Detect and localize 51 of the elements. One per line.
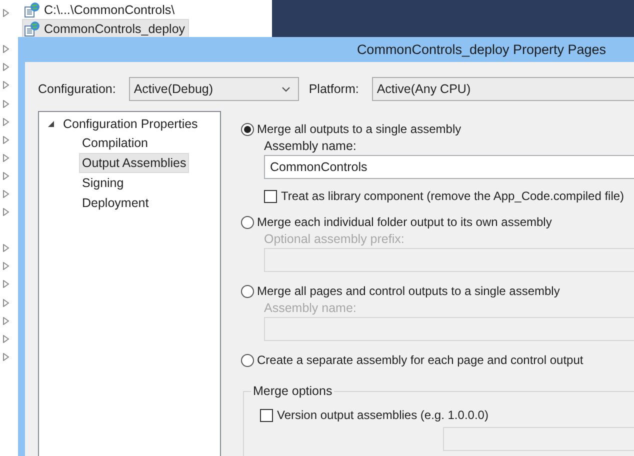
group-title: Merge options (251, 384, 334, 398)
expand-arrow-icon[interactable] (3, 208, 9, 216)
tree-item[interactable]: Compilation (79, 133, 152, 153)
radio-label[interactable]: Merge each individual folder output to its own assembly (257, 215, 552, 229)
expand-arrow-icon[interactable] (3, 118, 9, 126)
chevron-down-icon (282, 86, 290, 92)
expand-arrow-icon[interactable] (3, 334, 9, 343)
expand-arrow-icon[interactable] (3, 136, 9, 144)
expand-arrow-icon[interactable] (3, 81, 9, 90)
tree-item[interactable]: Signing (79, 173, 127, 193)
expand-arrow-icon[interactable] (3, 9, 9, 18)
expand-arrow-icon[interactable] (3, 45, 9, 54)
radio-label[interactable]: Merge all pages and control outputs to a single assembly (257, 284, 560, 298)
tree-item[interactable]: Deployment (79, 193, 152, 213)
dialog-title: CommonControls_deploy Property Pages (356, 42, 606, 57)
field-label: Assembly name: (264, 139, 358, 153)
field-label: Optional assembly prefix: (264, 232, 406, 246)
expand-arrow-icon[interactable] (3, 190, 9, 198)
checkbox[interactable] (264, 190, 277, 202)
checkbox[interactable] (260, 408, 273, 422)
platform-label: Platform: (308, 82, 359, 96)
tree-item[interactable]: Configuration Properties (61, 115, 200, 133)
text-input-field[interactable]: CommonControls (264, 155, 634, 179)
expand-arrow-icon[interactable] (3, 154, 9, 162)
expand-arrow-icon[interactable] (3, 316, 9, 325)
checkbox-label[interactable]: Version output assemblies (e.g. 1.0.0.0) (277, 408, 488, 422)
project-item[interactable]: C:\...\CommonControls\ (22, 0, 190, 19)
expand-arrow-icon[interactable] (3, 172, 9, 180)
field-label: Assembly name: (264, 301, 358, 315)
expand-arrow-icon[interactable] (3, 244, 9, 252)
radio-label[interactable]: Merge all outputs to a single assembly (257, 122, 462, 136)
radio-button[interactable] (241, 284, 254, 298)
expanded-triangle-icon[interactable] (48, 121, 54, 127)
expand-arrow-icon[interactable] (3, 100, 9, 108)
text-input-field[interactable] (443, 427, 634, 451)
configuration-dropdown[interactable]: Active(Debug) (128, 77, 299, 101)
radio-button[interactable] (241, 122, 254, 136)
radio-button[interactable] (241, 354, 254, 366)
expand-arrow-icon[interactable] (3, 63, 9, 72)
platform-dropdown[interactable]: Active(Any CPU) (372, 77, 634, 101)
project-item[interactable]: CommonControls_deploy (22, 19, 190, 38)
expand-arrow-icon[interactable] (3, 262, 9, 270)
radio-button[interactable] (241, 216, 254, 228)
expand-arrow-icon[interactable] (3, 298, 9, 307)
expand-arrow-icon[interactable] (3, 352, 9, 361)
expand-arrow-icon[interactable] (3, 280, 9, 288)
tree-item[interactable]: Output Assemblies (79, 153, 190, 173)
web-project-icon (24, 20, 40, 36)
radio-label[interactable]: Create a separate assembly for each page and control output (257, 353, 584, 367)
configuration-label: Configuration: (38, 82, 116, 96)
checkbox-label[interactable]: Treat as library component (remove the App_Code.compiled file) (281, 189, 624, 203)
